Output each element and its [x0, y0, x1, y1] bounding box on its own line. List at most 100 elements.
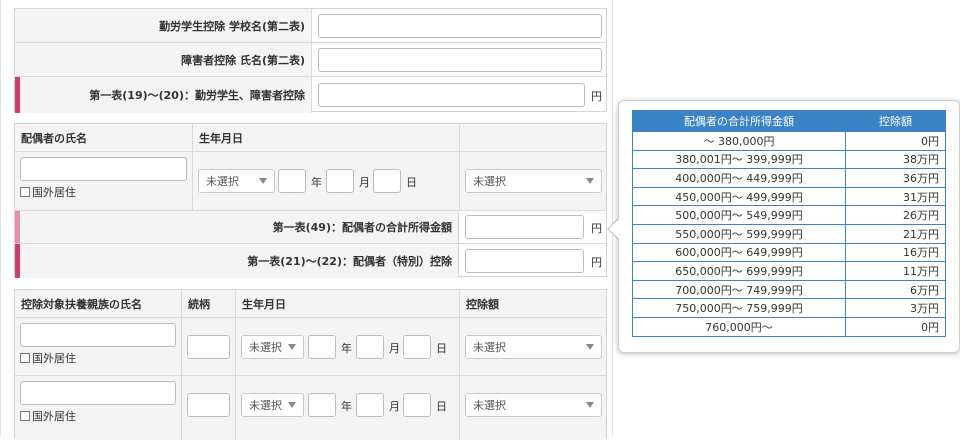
- deduction-amount-cell: 16万円: [845, 243, 946, 263]
- select-value: 未選択: [206, 175, 239, 188]
- student-disability-total-input[interactable]: [318, 83, 585, 107]
- student-disability-total-label: 第一表(19)〜(20)：勤労学生、障害者控除: [15, 77, 312, 113]
- student-disability-total-row: 第一表(19)〜(20)：勤労学生、障害者控除 円: [15, 77, 606, 113]
- foreign-label: 国外居住: [32, 352, 76, 365]
- day-label: 日: [406, 176, 417, 189]
- optional-mark: [15, 211, 20, 243]
- deduction-amount-cell: 31万円: [845, 187, 946, 207]
- income-range-cell: 380,001円〜 399,999円: [632, 150, 846, 170]
- dependent-era-select[interactable]: 未選択: [241, 335, 304, 359]
- checkbox-box[interactable]: [20, 187, 30, 197]
- dependent-foreign-checkbox[interactable]: 国外居住: [20, 350, 76, 366]
- dependent-name-input[interactable]: [20, 323, 176, 347]
- dependent-row: 国外居住 未選択 年 月 日 未選択: [15, 318, 606, 376]
- dependent-row: 国外居住 未選択 年 月 日 未選択: [15, 376, 606, 440]
- dependent-day-input[interactable]: [403, 393, 431, 417]
- spouse-birth-header: 生年月日: [199, 131, 243, 145]
- income-range-cell: 500,000円〜 549,999円: [632, 205, 846, 225]
- spouse-foreign-checkbox[interactable]: 国外居住: [20, 184, 76, 200]
- year-label: 年: [311, 176, 322, 189]
- day-label: 日: [436, 400, 447, 413]
- select-value: 未選択: [249, 399, 282, 412]
- spouse-income-input[interactable]: [465, 215, 584, 239]
- spouse-panel: 配偶者の氏名 生年月日 国外居住 未選択 年 月 日 未選択 第一表(49)：配…: [14, 123, 607, 278]
- dependent-amount-select[interactable]: 未選択: [465, 335, 602, 359]
- table-row: 650,000円〜 699,999円 11万円: [632, 261, 946, 281]
- page-left-border: [0, 0, 1, 436]
- dependent-era-select[interactable]: 未選択: [241, 393, 304, 417]
- deduction-amount-cell: 0円: [845, 317, 946, 337]
- deduction-amount-cell: 3万円: [845, 298, 946, 318]
- disabled-name-input[interactable]: [318, 48, 602, 72]
- dependent-day-input[interactable]: [403, 335, 431, 359]
- dependent-foreign-checkbox[interactable]: 国外居住: [20, 408, 76, 424]
- student-disability-panel: 勤労学生控除 学校名(第二表) 障害者控除 氏名(第二表) 第一表(19)〜(2…: [14, 8, 607, 113]
- table-row: 760,000円〜 0円: [632, 317, 946, 337]
- dependent-year-input[interactable]: [308, 393, 336, 417]
- table-row: 700,000円〜 749,999円 6万円: [632, 280, 946, 300]
- deduction-amount-cell: 36万円: [845, 168, 946, 188]
- income-range-cell: 700,000円〜 749,999円: [632, 280, 846, 300]
- relation-header: 続柄: [188, 297, 210, 311]
- spouse-day-input[interactable]: [373, 169, 401, 193]
- dependent-amount-select[interactable]: 未選択: [465, 393, 602, 417]
- income-range-cell: 750,000円〜 759,999円: [632, 298, 846, 318]
- spouse-income-label: 第一表(49)：配偶者の合計所得金額: [15, 211, 459, 243]
- disabled-name-row: 障害者控除 氏名(第二表): [15, 43, 606, 77]
- spouse-month-input[interactable]: [326, 169, 354, 193]
- spouse-header-row: 配偶者の氏名 生年月日: [15, 124, 606, 152]
- deduction-amount-cell: 11万円: [845, 261, 946, 281]
- day-label: 日: [436, 342, 447, 355]
- required-mark: [15, 77, 20, 113]
- year-label: 年: [341, 342, 352, 355]
- chevron-down-icon: [288, 344, 296, 350]
- table-row: 400,000円〜 449,999円 36万円: [632, 168, 946, 188]
- dependent-name-input[interactable]: [20, 381, 176, 405]
- deduction-amount-cell: 26万円: [845, 205, 946, 225]
- income-range-cell: 〜 380,000円: [632, 131, 846, 151]
- yen-unit: 円: [591, 222, 602, 235]
- school-name-label: 勤労学生控除 学校名(第二表): [15, 9, 312, 42]
- deduction-amount-cell: 38万円: [845, 150, 946, 170]
- select-value: 未選択: [473, 341, 506, 354]
- table-row: 〜 380,000円 0円: [632, 131, 946, 151]
- yen-unit: 円: [591, 256, 602, 269]
- spouse-deduction-select[interactable]: 未選択: [465, 169, 602, 193]
- school-name-row: 勤労学生控除 学校名(第二表): [15, 9, 606, 43]
- disabled-name-label: 障害者控除 氏名(第二表): [15, 43, 312, 76]
- table-header-row: 配偶者の合計所得金額 控除額: [632, 110, 946, 132]
- spouse-year-input[interactable]: [278, 169, 306, 193]
- chevron-down-icon: [586, 344, 594, 350]
- spouse-deduction-label: 第一表(21)〜(22)：配偶者（特別）控除: [15, 244, 459, 278]
- chevron-down-icon: [259, 178, 267, 184]
- select-value: 未選択: [473, 399, 506, 412]
- spouse-deduction-input[interactable]: [465, 249, 584, 273]
- relation-input[interactable]: [187, 335, 230, 359]
- year-label: 年: [341, 400, 352, 413]
- income-range-cell: 650,000円〜 699,999円: [632, 261, 846, 281]
- checkbox-box[interactable]: [20, 411, 30, 421]
- dependent-month-input[interactable]: [356, 335, 384, 359]
- dependent-month-input[interactable]: [356, 393, 384, 417]
- spouse-era-select[interactable]: 未選択: [198, 169, 275, 193]
- chevron-down-icon: [288, 402, 296, 408]
- checkbox-box[interactable]: [20, 353, 30, 363]
- spouse-deduction-row: 第一表(21)〜(22)：配偶者（特別）控除 円: [15, 244, 606, 278]
- spouse-name-input[interactable]: [20, 157, 187, 181]
- month-label: 月: [389, 400, 400, 413]
- month-label: 月: [359, 176, 370, 189]
- deduction-amount-cell: 6万円: [845, 280, 946, 300]
- chevron-down-icon: [586, 178, 594, 184]
- spouse-entry-row: 国外居住 未選択 年 月 日 未選択: [15, 152, 606, 211]
- required-mark: [15, 244, 20, 278]
- income-column-header: 配偶者の合計所得金額: [632, 110, 846, 132]
- table-row: 550,000円〜 599,999円 21万円: [632, 224, 946, 244]
- relation-input[interactable]: [187, 393, 230, 417]
- dependent-year-input[interactable]: [308, 335, 336, 359]
- spouse-income-row: 第一表(49)：配偶者の合計所得金額 円: [15, 211, 606, 244]
- table-row: 750,000円〜 759,999円 3万円: [632, 298, 946, 318]
- dependents-panel: 控除対象扶養親族の氏名 続柄 生年月日 控除額 国外居住 未選択 年 月 日 未…: [14, 289, 607, 440]
- income-range-cell: 760,000円〜: [632, 317, 846, 337]
- chevron-down-icon: [586, 402, 594, 408]
- school-name-input[interactable]: [318, 14, 602, 38]
